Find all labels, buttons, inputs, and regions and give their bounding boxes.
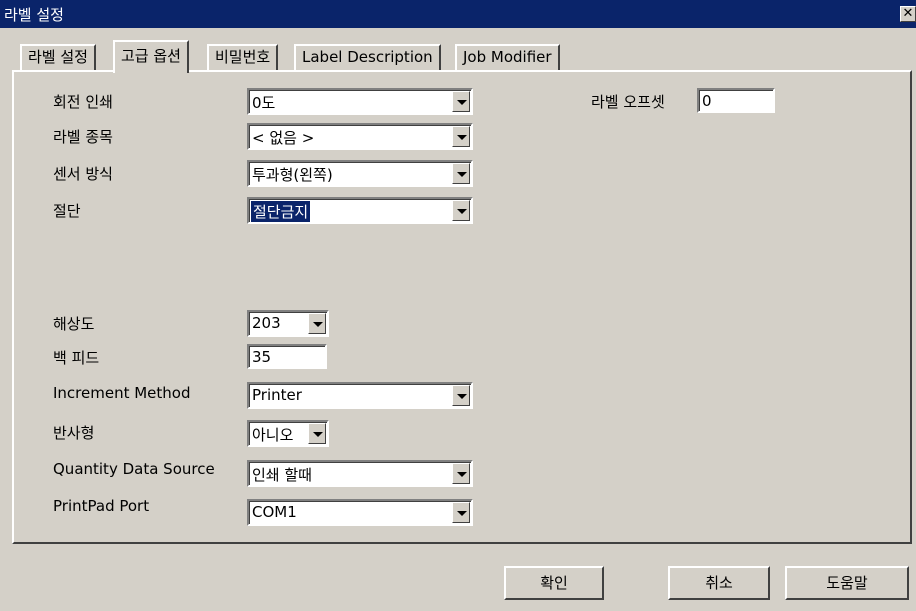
window-title: 라벨 설정 bbox=[4, 6, 64, 24]
chevron-down-icon[interactable] bbox=[452, 463, 470, 484]
rotation-value: 0도 bbox=[252, 94, 276, 112]
chevron-down-icon[interactable] bbox=[308, 423, 326, 444]
increment-method-value: Printer bbox=[252, 386, 302, 404]
backfeed-value: 35 bbox=[252, 348, 272, 366]
printpad-port-label: PrintPad Port bbox=[53, 497, 150, 515]
label-offset-label: 라벨 오프셋 bbox=[591, 93, 665, 111]
sensor-select[interactable]: 투과형(왼쪽) bbox=[247, 160, 473, 187]
chevron-down-icon[interactable] bbox=[452, 91, 470, 112]
tab-label-settings[interactable]: 라벨 설정 bbox=[20, 44, 96, 71]
cancel-button[interactable]: 취소 bbox=[668, 566, 770, 600]
increment-method-select[interactable]: Printer bbox=[247, 382, 473, 409]
resolution-select[interactable]: 203 bbox=[247, 310, 329, 337]
backfeed-label: 백 피드 bbox=[53, 349, 100, 367]
reflective-value: 아니오 bbox=[252, 426, 294, 444]
label-stock-label: 라벨 종목 bbox=[53, 128, 113, 146]
increment-method-label: Increment Method bbox=[53, 384, 191, 402]
quantity-source-select[interactable]: 인쇄 할때 bbox=[247, 460, 473, 487]
reflective-label: 반사형 bbox=[53, 424, 95, 442]
sensor-label: 센서 방식 bbox=[53, 165, 113, 183]
chevron-down-icon[interactable] bbox=[452, 502, 470, 523]
resolution-value: 203 bbox=[252, 314, 281, 332]
rotation-select[interactable]: 0도 bbox=[247, 88, 473, 115]
chevron-down-icon[interactable] bbox=[452, 163, 470, 184]
tab-job-modifier[interactable]: Job Modifier bbox=[455, 44, 560, 71]
chevron-down-icon[interactable] bbox=[452, 126, 470, 147]
resolution-label: 해상도 bbox=[53, 315, 95, 333]
rotation-label: 회전 인쇄 bbox=[53, 93, 113, 111]
ok-button[interactable]: 확인 bbox=[504, 566, 604, 600]
tab-label-description[interactable]: Label Description bbox=[294, 44, 441, 71]
chevron-down-icon[interactable] bbox=[308, 313, 326, 334]
quantity-source-value: 인쇄 할때 bbox=[252, 466, 312, 484]
close-icon: ✕ bbox=[902, 6, 914, 21]
reflective-select[interactable]: 아니오 bbox=[247, 420, 329, 447]
label-stock-select[interactable]: < 없음 > bbox=[247, 123, 473, 150]
printpad-port-select[interactable]: COM1 bbox=[247, 499, 473, 526]
tab-advanced-options[interactable]: 고급 옵션 bbox=[113, 40, 189, 73]
help-button[interactable]: 도움말 bbox=[785, 566, 909, 600]
backfeed-input[interactable]: 35 bbox=[247, 344, 327, 369]
cutter-value: 절단금지 bbox=[251, 201, 311, 222]
sensor-value: 투과형(왼쪽) bbox=[252, 166, 333, 184]
label-offset-value: 0 bbox=[702, 92, 712, 110]
title-bar: 라벨 설정 ✕ bbox=[0, 0, 916, 28]
quantity-source-label: Quantity Data Source bbox=[53, 460, 215, 478]
printpad-port-value: COM1 bbox=[252, 503, 297, 521]
chevron-down-icon[interactable] bbox=[452, 385, 470, 406]
chevron-down-icon[interactable] bbox=[452, 200, 470, 221]
cutter-select[interactable]: 절단금지 bbox=[247, 197, 473, 224]
label-stock-value: < 없음 > bbox=[252, 129, 315, 147]
tab-password[interactable]: 비밀번호 bbox=[207, 44, 279, 71]
close-button[interactable]: ✕ bbox=[900, 6, 916, 22]
label-offset-input[interactable]: 0 bbox=[697, 88, 775, 113]
cutter-label: 절단 bbox=[53, 202, 81, 220]
